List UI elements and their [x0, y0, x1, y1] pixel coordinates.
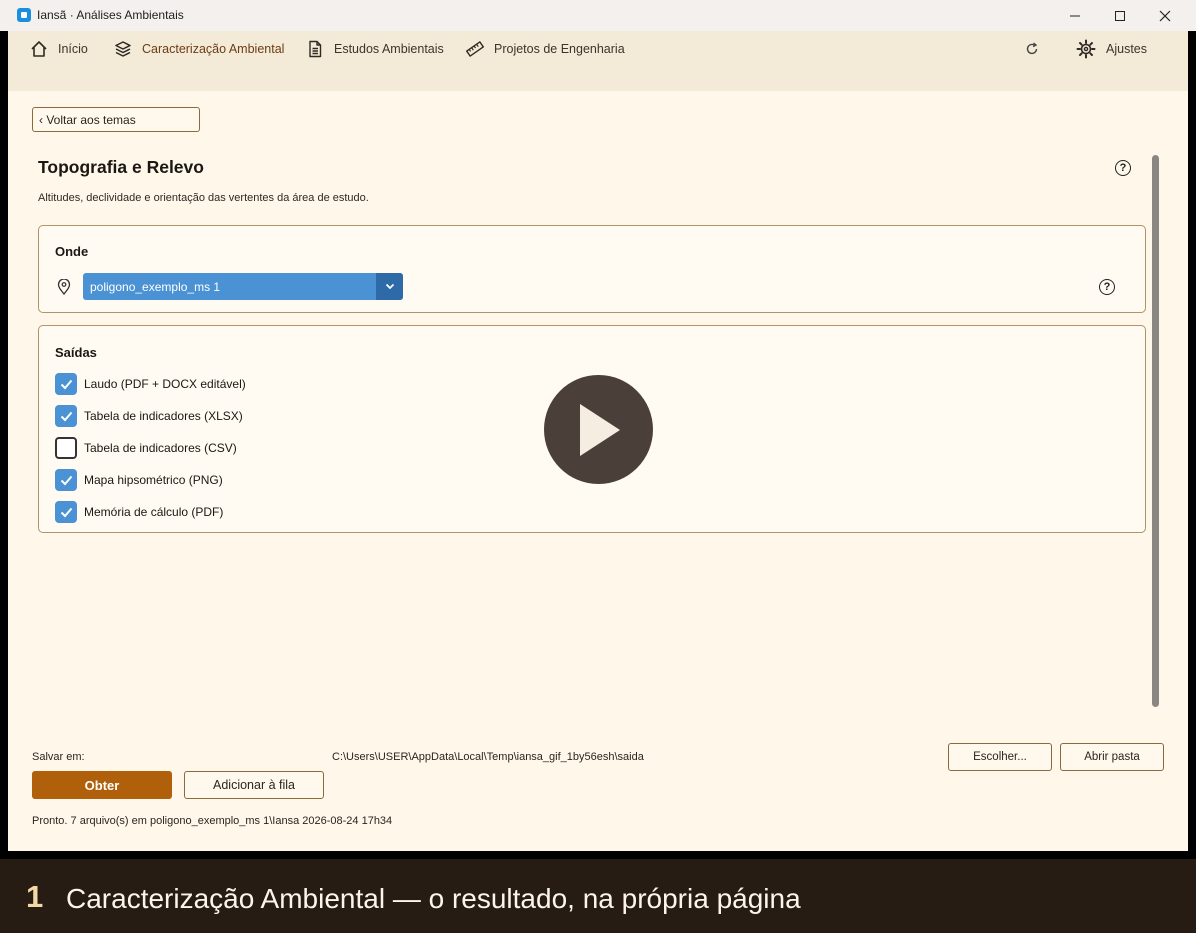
output-label: Tabela de indicadores (XLSX) [84, 409, 243, 423]
output-option[interactable]: Laudo (PDF + DOCX editável) [55, 373, 246, 395]
caption-number: 1 [26, 879, 44, 914]
nav-item-label: Projetos de Engenharia [494, 42, 625, 56]
checkbox-checked[interactable] [55, 501, 77, 523]
caption-bar: 1 Caracterização Ambiental — o resultado… [0, 859, 1196, 933]
nav-item-projetos[interactable]: Projetos de Engenharia [466, 39, 625, 59]
home-icon [31, 41, 47, 57]
output-label: Mapa hipsométrico (PNG) [84, 473, 223, 487]
area-select[interactable]: poligono_exemplo_ms 1 [83, 273, 403, 300]
map-pin-icon [57, 279, 71, 295]
open-folder-button[interactable]: Abrir pasta [1060, 743, 1164, 771]
back-to-themes-button[interactable]: ‹ Voltar aos temas [32, 107, 200, 132]
checkmark-icon [60, 411, 72, 421]
layers-icon [115, 41, 131, 57]
maximize-icon [1115, 10, 1125, 21]
app-window: Início Caracterização Ambiental Estudos … [8, 31, 1188, 851]
output-option[interactable]: Tabela de indicadores (XLSX) [55, 405, 243, 427]
caption-text: Caracterização Ambiental — o resultado, … [66, 883, 801, 914]
vertical-scrollbar[interactable] [1152, 155, 1159, 707]
saidas-title: Saídas [55, 345, 97, 360]
chevron-down-icon [385, 283, 394, 290]
checkbox-checked[interactable] [55, 405, 77, 427]
status-text: Pronto. 7 arquivo(s) em poligono_exemplo… [32, 815, 393, 827]
gear-icon [1076, 39, 1096, 59]
close-icon [1159, 10, 1171, 21]
onde-card: Onde poligono_exemplo_ms 1 ? [38, 225, 1146, 313]
window-title: Iansã · Análises Ambientais [37, 8, 184, 22]
ruler-icon [466, 40, 484, 58]
settings-label: Ajustes [1106, 42, 1147, 56]
choose-folder-button[interactable]: Escolher... [948, 743, 1052, 771]
output-option[interactable]: Memória de cálculo (PDF) [55, 501, 223, 523]
output-label: Laudo (PDF + DOCX editável) [84, 377, 246, 391]
refresh-icon [1026, 42, 1038, 55]
output-label: Tabela de indicadores (CSV) [84, 441, 237, 455]
output-label: Memória de cálculo (PDF) [84, 505, 224, 519]
maximize-button[interactable] [1097, 0, 1143, 31]
nav-item-label: Início [58, 42, 88, 56]
checkmark-icon [60, 379, 72, 389]
save-path: C:\Users\USER\AppData\Local\Temp\iansa_g… [332, 751, 644, 763]
checkbox-checked[interactable] [55, 469, 77, 491]
output-option[interactable]: Mapa hipsométrico (PNG) [55, 469, 223, 491]
checkbox-checked[interactable] [55, 373, 77, 395]
obter-button[interactable]: Obter [32, 771, 172, 799]
play-button[interactable] [544, 375, 653, 484]
nav-item-label: Caracterização Ambiental [142, 42, 285, 56]
output-option[interactable]: Tabela de indicadores (CSV) [55, 437, 237, 459]
onde-title: Onde [55, 244, 89, 259]
add-to-queue-button[interactable]: Adicionar à fila [184, 771, 324, 799]
dropdown-button[interactable] [376, 273, 403, 300]
document-icon [309, 40, 322, 58]
checkmark-icon [60, 475, 72, 485]
close-button[interactable] [1142, 0, 1188, 31]
page-subtitle: Altitudes, declividade e orientação das … [38, 192, 369, 204]
minimize-icon [1070, 15, 1080, 16]
play-icon [579, 403, 620, 456]
checkbox-unchecked[interactable] [55, 437, 77, 459]
page-title: Topografia e Relevo [38, 157, 204, 177]
settings-button[interactable]: Ajustes [1076, 39, 1147, 59]
minimize-button[interactable] [1052, 0, 1098, 31]
nav-item-caracterizacao[interactable]: Caracterização Ambiental [114, 39, 284, 59]
nav-item-estudos[interactable]: Estudos Ambientais [306, 39, 444, 59]
nav-item-label: Estudos Ambientais [334, 42, 444, 56]
area-select-value: poligono_exemplo_ms 1 [90, 280, 221, 294]
save-location-label: Salvar em: [32, 751, 85, 763]
top-navbar: Início Caracterização Ambiental Estudos … [8, 31, 1188, 91]
window-titlebar: Iansã · Análises Ambientais [0, 0, 1196, 31]
app-icon [17, 8, 31, 22]
help-icon[interactable]: ? [1099, 279, 1115, 295]
checkmark-icon [60, 507, 72, 517]
nav-item-inicio[interactable]: Início [30, 39, 88, 59]
help-icon[interactable]: ? [1115, 160, 1131, 176]
refresh-button[interactable] [1022, 39, 1042, 59]
